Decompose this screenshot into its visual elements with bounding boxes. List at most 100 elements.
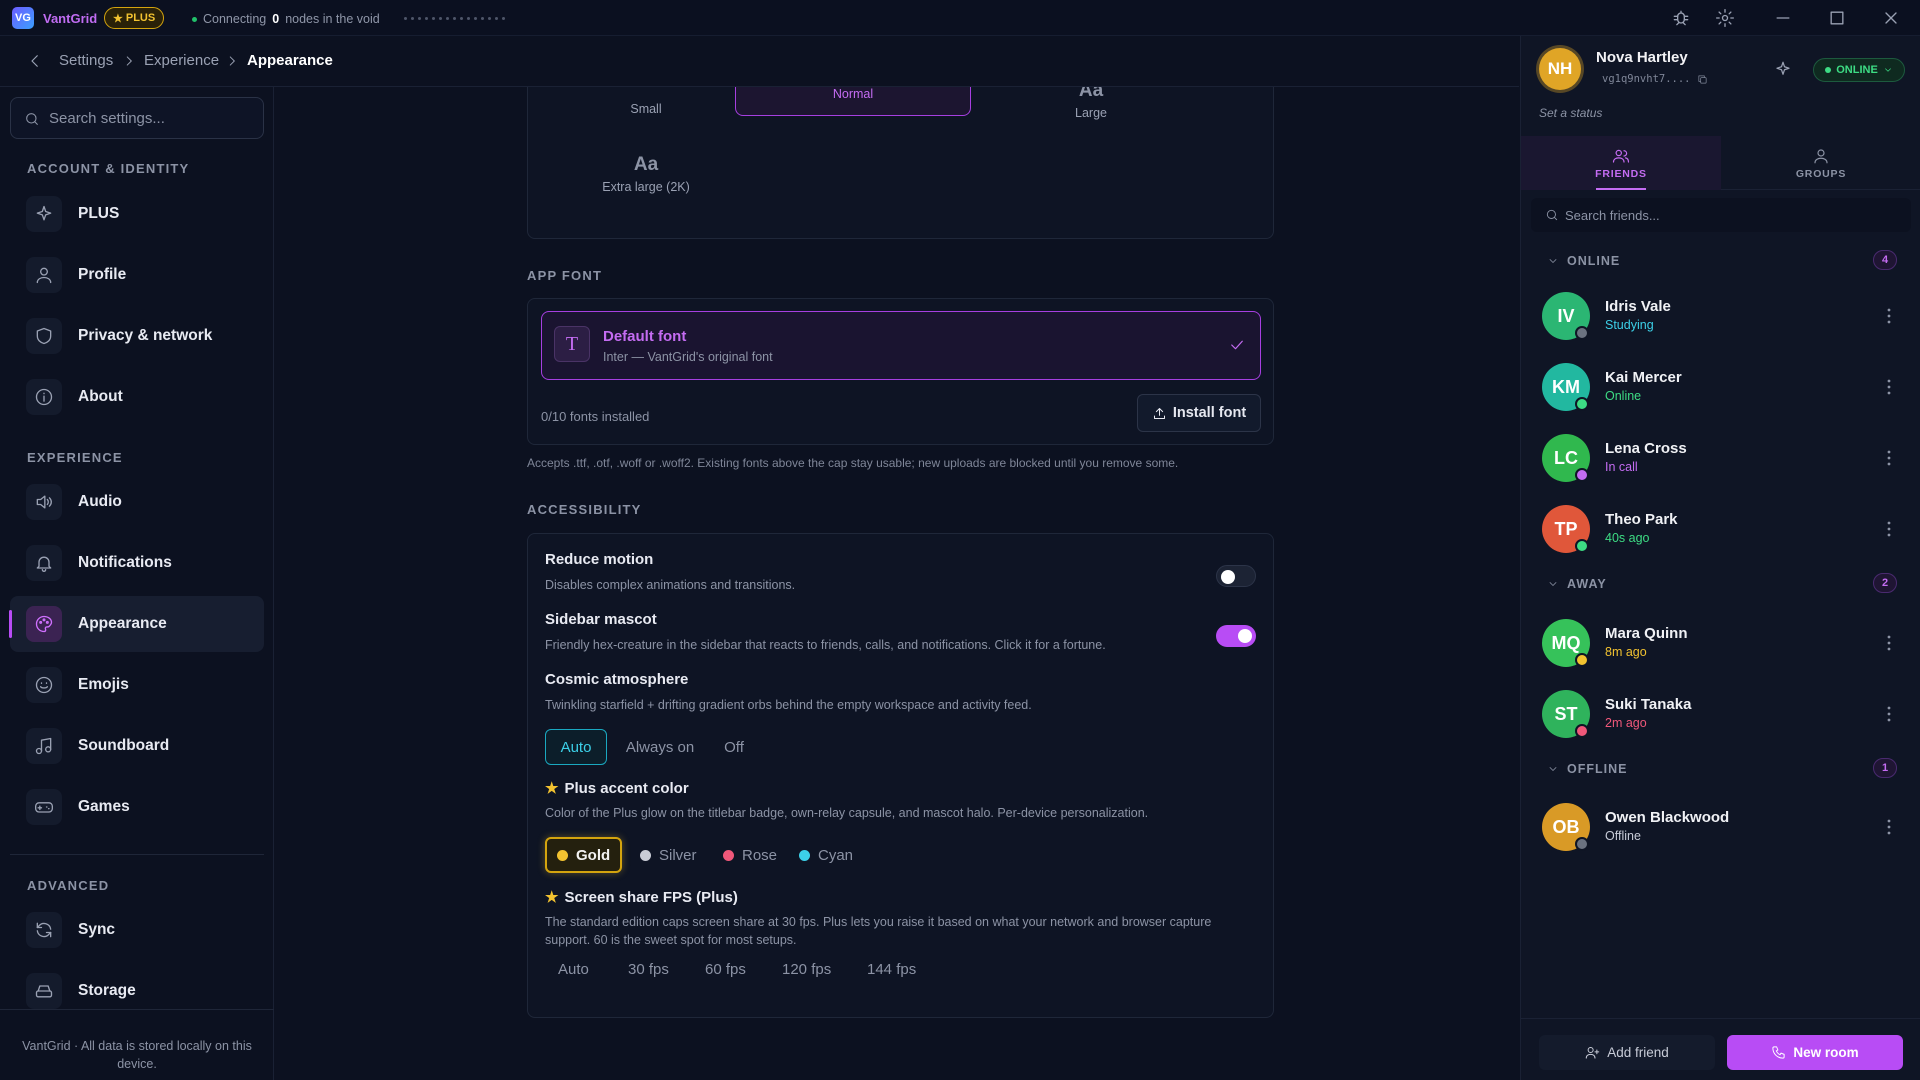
friend-name: Mara Quinn [1605, 625, 1688, 642]
group-header-online[interactable]: ONLINE 4 [1547, 250, 1897, 270]
friend-search-input[interactable]: Search friends... [1531, 198, 1911, 232]
activity-dots [404, 17, 505, 20]
panel-footer-divider [1521, 1018, 1920, 1019]
font-description: Inter — VantGrid's original font [603, 350, 773, 364]
size-option-extra-large[interactable]: Aa Extra large (2K) [528, 154, 764, 194]
breadcrumb-appearance: Appearance [247, 52, 333, 69]
reduce-motion-toggle[interactable] [1216, 565, 1256, 587]
sidebar-item-audio[interactable]: Audio [10, 474, 264, 530]
friend-status: 2m ago [1605, 716, 1647, 730]
back-icon[interactable] [26, 52, 44, 70]
copy-icon[interactable] [1697, 74, 1708, 85]
friend-row[interactable]: KM Kai Mercer Online [1521, 349, 1920, 419]
tab-groups[interactable]: GROUPS [1721, 136, 1920, 190]
more-vertical-icon[interactable] [1887, 308, 1891, 324]
friend-row[interactable]: OB Owen Blackwood Offline [1521, 789, 1920, 859]
accent-option-silver[interactable]: Silver [630, 837, 707, 873]
settings-sidebar: Search settings... ACCOUNT & IDENTITY PL… [0, 87, 274, 1080]
settings-search-input[interactable]: Search settings... [10, 97, 264, 139]
sidebar-item-storage[interactable]: Storage [10, 963, 264, 1019]
new-room-button[interactable]: New room [1727, 1035, 1903, 1070]
more-vertical-icon[interactable] [1887, 819, 1891, 835]
sidebar-mascot-toggle[interactable] [1216, 625, 1256, 647]
status-dropdown[interactable]: ONLINE [1813, 58, 1905, 82]
fps-option-144[interactable]: 144 fps [867, 961, 916, 978]
swatch-rose [723, 849, 734, 861]
size-option-small[interactable]: Small [528, 98, 764, 116]
breadcrumb-experience[interactable]: Experience [144, 52, 219, 69]
friend-row[interactable]: MQ Mara Quinn 8m ago [1521, 605, 1920, 675]
install-font-button[interactable]: Install font [1137, 394, 1261, 432]
more-vertical-icon[interactable] [1887, 379, 1891, 395]
sidebar-item-profile[interactable]: Profile [10, 247, 264, 303]
friend-row[interactable]: LC Lena Cross In call [1521, 420, 1920, 490]
accent-option-gold[interactable]: Gold [545, 837, 623, 873]
gamepad-icon [26, 789, 62, 825]
size-option-normal[interactable]: Normal [735, 87, 971, 116]
default-font-option[interactable]: T Default font Inter — VantGrid's origin… [541, 311, 1261, 380]
more-vertical-icon[interactable] [1887, 450, 1891, 466]
more-vertical-icon[interactable] [1887, 706, 1891, 722]
sidebar-item-appearance[interactable]: Appearance [9, 596, 264, 652]
app-font-card: T Default font Inter — VantGrid's origin… [527, 298, 1274, 445]
phone-icon [1771, 1045, 1786, 1060]
group-header-away[interactable]: AWAY 2 [1547, 573, 1897, 593]
add-friend-button[interactable]: Add friend [1539, 1035, 1715, 1070]
chevron-down-icon [1547, 763, 1559, 775]
connection-dot [192, 16, 197, 22]
status-dot [1825, 67, 1832, 73]
user-plus-icon [1585, 1045, 1600, 1060]
fps-option-auto[interactable]: Auto [558, 961, 589, 978]
size-option-large[interactable]: Aa Large [973, 87, 1209, 120]
sidebar-item-plus[interactable]: PLUS [10, 186, 264, 242]
text-size-card: Small Normal Aa Large Aa Extra large (2K… [527, 87, 1274, 239]
more-vertical-icon[interactable] [1887, 635, 1891, 651]
friend-name: Lena Cross [1605, 440, 1687, 457]
close-icon[interactable] [1881, 8, 1901, 28]
tab-friends[interactable]: FRIENDS [1521, 136, 1721, 190]
cosmic-option-auto[interactable]: Auto [545, 729, 607, 765]
fps-title: ★ Screen share FPS (Plus) [545, 889, 738, 906]
sidebar-item-label: Soundboard [78, 737, 170, 754]
friend-row[interactable]: IV Idris Vale Studying [1521, 278, 1920, 348]
breadcrumb-settings[interactable]: Settings [59, 52, 113, 69]
users-icon [1612, 147, 1630, 165]
refresh-icon [26, 912, 62, 948]
more-vertical-icon[interactable] [1887, 521, 1891, 537]
friend-status: Offline [1605, 829, 1641, 843]
friend-name: Kai Mercer [1605, 369, 1682, 386]
chevron-down-icon [1547, 255, 1559, 267]
cosmic-option-always-on[interactable]: Always on [616, 729, 704, 765]
group-header-offline[interactable]: OFFLINE 1 [1547, 758, 1897, 778]
fps-option-120[interactable]: 120 fps [782, 961, 831, 978]
sidebar-item-soundboard[interactable]: Soundboard [10, 718, 264, 774]
group-count: 4 [1873, 250, 1897, 270]
sidebar-item-emojis[interactable]: Emojis [10, 657, 264, 713]
star-icon: ★ [113, 12, 123, 25]
sidebar-item-notifications[interactable]: Notifications [10, 535, 264, 591]
friend-row[interactable]: ST Suki Tanaka 2m ago [1521, 676, 1920, 746]
set-status-link[interactable]: Set a status [1539, 106, 1602, 120]
minimize-icon[interactable] [1773, 8, 1793, 28]
plus-badge[interactable]: ★ PLUS [104, 7, 165, 29]
bug-icon[interactable] [1671, 8, 1691, 28]
connection-status: Connecting 0 nodes in the void [192, 12, 380, 26]
sidebar-item-privacy[interactable]: Privacy & network [10, 308, 264, 364]
gear-icon[interactable] [1715, 8, 1735, 28]
sidebar-item-games[interactable]: Games [10, 779, 264, 835]
sparkles-icon[interactable] [1774, 60, 1792, 78]
friend-row[interactable]: TP Theo Park 40s ago [1521, 491, 1920, 561]
sidebar-item-sync[interactable]: Sync [10, 902, 264, 958]
friend-status: 40s ago [1605, 531, 1650, 545]
fps-option-30[interactable]: 30 fps [628, 961, 669, 978]
sidebar-item-label: Emojis [78, 676, 129, 693]
cosmic-option-off[interactable]: Off [712, 729, 756, 765]
section-account-identity: ACCOUNT & IDENTITY [27, 161, 190, 176]
accent-option-cyan[interactable]: Cyan [789, 837, 863, 873]
accent-option-rose[interactable]: Rose [713, 837, 787, 873]
fps-option-60[interactable]: 60 fps [705, 961, 746, 978]
speaker-icon [26, 484, 62, 520]
avatar[interactable]: NH [1539, 48, 1581, 90]
maximize-icon[interactable] [1827, 8, 1847, 28]
sidebar-item-about[interactable]: About [10, 369, 264, 425]
